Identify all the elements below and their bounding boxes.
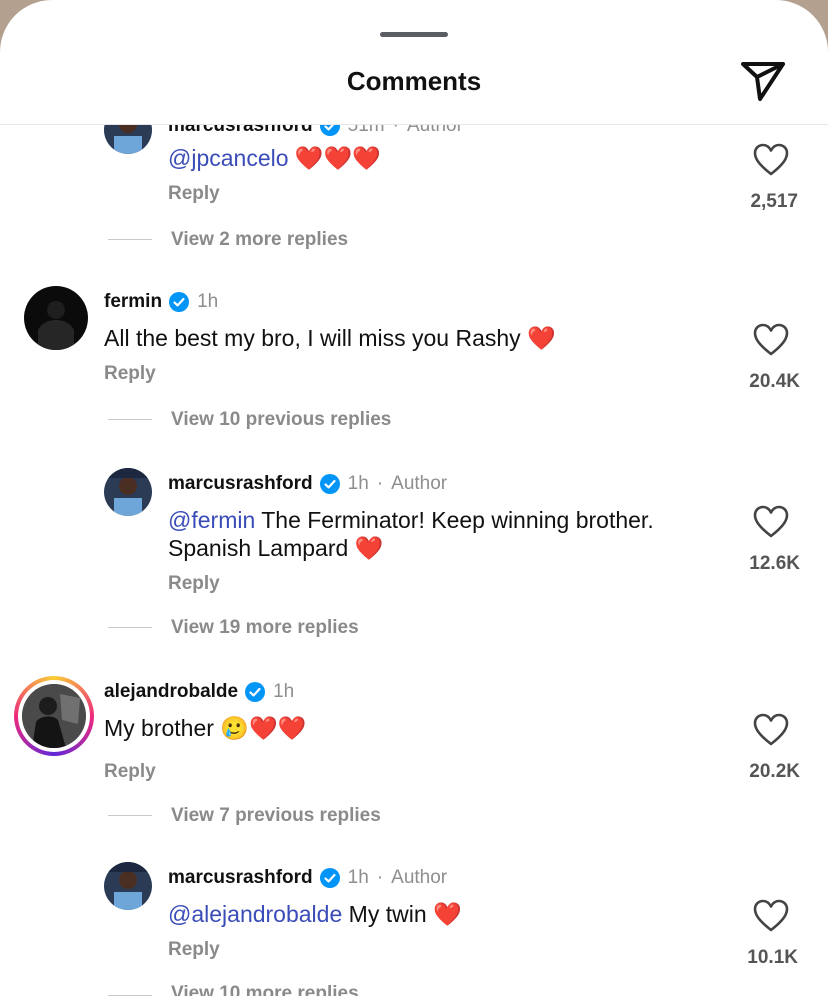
like-count: 12.6K: [749, 553, 800, 574]
heart-emoji: ❤️: [354, 535, 384, 561]
mention-link[interactable]: @jpcancelo: [168, 145, 289, 171]
comment-text: @alejandrobalde My twin ❤️: [168, 901, 462, 927]
comment-text: My brother 🥲❤️❤️: [104, 715, 307, 741]
view-more-replies[interactable]: View 10 more replies: [171, 983, 359, 996]
comments-list[interactable]: marcusrashford 51m · Author @jpcancelo ❤…: [0, 125, 828, 996]
verified-badge-icon: [169, 292, 190, 312]
comment-text: All the best my bro, I will miss you Ras…: [104, 325, 556, 351]
avatar[interactable]: [104, 468, 152, 516]
author-tag: Author: [391, 867, 448, 888]
avatar[interactable]: [24, 286, 88, 350]
comment-time: 1h: [197, 291, 219, 312]
verified-badge-icon: [245, 682, 266, 702]
comment-text: @fermin The Ferminator! Keep winning bro…: [168, 507, 654, 533]
comment-username[interactable]: alejandrobalde: [104, 681, 238, 703]
comment-text-line2: Spanish Lampard ❤️: [168, 535, 384, 561]
like-heart-icon[interactable]: [753, 713, 789, 747]
page-title: Comments: [346, 66, 482, 96]
reply-button[interactable]: Reply: [104, 363, 156, 385]
view-previous-replies[interactable]: View 7 previous replies: [171, 805, 381, 827]
dot-separator: ·: [376, 867, 384, 888]
avatar[interactable]: [104, 125, 152, 154]
like-count: 20.2K: [749, 761, 800, 782]
thread-line: [108, 815, 152, 816]
thread-line: [108, 627, 152, 628]
heart-emoji: ❤️❤️❤️: [294, 145, 381, 171]
like-heart-icon[interactable]: [753, 899, 789, 933]
view-more-replies[interactable]: View 2 more replies: [171, 229, 348, 251]
view-more-replies[interactable]: View 19 more replies: [171, 617, 359, 639]
avatar[interactable]: [104, 862, 152, 910]
avatar[interactable]: [22, 684, 86, 748]
author-tag: Author: [391, 473, 448, 494]
view-previous-replies[interactable]: View 10 previous replies: [171, 409, 391, 431]
reply-button[interactable]: Reply: [168, 183, 220, 205]
like-heart-icon[interactable]: [753, 323, 789, 357]
comment-text: @jpcancelo ❤️❤️❤️: [168, 144, 381, 172]
verified-badge-icon: [319, 868, 340, 888]
like-count: 2,517: [750, 191, 798, 212]
dot-separator: ·: [376, 473, 384, 494]
thread-line: [108, 239, 152, 240]
thread-line: [108, 419, 152, 420]
reply-button[interactable]: Reply: [168, 573, 220, 595]
dot-separator: ·: [392, 125, 399, 136]
comments-sheet: Comments marcusrashford 51m · Author @jp…: [0, 0, 828, 996]
paper-plane-icon[interactable]: [738, 55, 788, 105]
heart-emoji: ❤️: [433, 901, 462, 927]
reply-button[interactable]: Reply: [168, 939, 220, 961]
comment-username[interactable]: marcusrashford: [168, 867, 313, 889]
emoji-group: 🥲❤️❤️: [220, 715, 307, 741]
verified-badge-icon: [319, 474, 340, 494]
comment-username[interactable]: fermin: [104, 291, 162, 313]
mention-link[interactable]: @fermin: [168, 507, 255, 533]
story-ring[interactable]: [14, 676, 94, 756]
comment-time: 1h: [273, 681, 295, 702]
comment-time: 51m: [347, 125, 385, 136]
comment-time: 1h: [347, 867, 369, 888]
reply-button[interactable]: Reply: [104, 761, 156, 783]
mention-link[interactable]: @alejandrobalde: [168, 901, 342, 927]
like-count: 10.1K: [747, 947, 798, 968]
comment-username[interactable]: marcusrashford: [168, 125, 313, 137]
heart-emoji: ❤️: [527, 325, 556, 351]
verified-badge-icon: [319, 125, 340, 136]
like-count: 20.4K: [749, 371, 800, 392]
author-tag: Author: [406, 125, 463, 136]
sheet-grabber[interactable]: [380, 32, 448, 37]
comment-time: 1h: [347, 473, 369, 494]
like-heart-icon[interactable]: [753, 143, 789, 177]
like-heart-icon[interactable]: [753, 505, 789, 539]
comment-username[interactable]: marcusrashford: [168, 473, 313, 495]
